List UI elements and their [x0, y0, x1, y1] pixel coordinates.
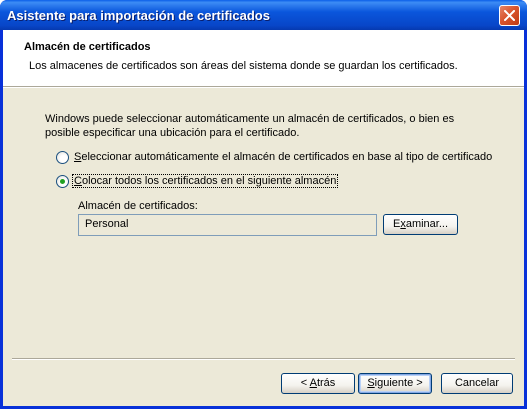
store-field: Personal: [78, 214, 377, 236]
description-text: Windows puede seleccionar automáticament…: [45, 113, 455, 139]
wizard-client-area: Almacén de certificados Los almacenes de…: [3, 30, 524, 406]
radio-place-all[interactable]: Colocar todos los certificados en el sig…: [56, 173, 339, 189]
close-icon: [504, 10, 515, 21]
radio-place-all-hotkey: C: [74, 175, 82, 187]
radio-auto-select-label[interactable]: Seleccionar automáticamente el almacén d…: [73, 151, 493, 163]
browse-button[interactable]: Examinar...: [383, 214, 458, 235]
radio-place-all-circle[interactable]: [56, 174, 69, 188]
browse-button-text-post: aminar...: [405, 218, 449, 230]
back-button-text-pre: <: [300, 377, 310, 389]
page-title: Almacén de certificados: [24, 41, 151, 53]
radio-auto-select-text: eleccionar automáticamente el almacén de…: [81, 151, 493, 163]
store-field-label: Almacén de certificados:: [78, 200, 198, 212]
radio-auto-select[interactable]: Seleccionar automáticamente el almacén d…: [56, 149, 493, 165]
close-button[interactable]: [499, 5, 520, 26]
wizard-header: Almacén de certificados Los almacenes de…: [3, 30, 524, 86]
back-button[interactable]: < Atrás: [281, 373, 355, 394]
header-divider: [3, 86, 524, 88]
page-subtitle: Los almacenes de certificados son áreas …: [29, 60, 458, 72]
radio-selected-dot: [60, 178, 65, 184]
title-bar[interactable]: Asistente para importación de certificad…: [0, 0, 527, 30]
window-title: Asistente para importación de certificad…: [7, 8, 270, 23]
footer-divider: [12, 358, 515, 360]
next-button-hotkey: S: [367, 377, 375, 389]
next-button[interactable]: Siguiente >: [358, 373, 432, 394]
back-button-text-post: trás: [316, 377, 336, 389]
next-button-text-post: iguiente >: [374, 377, 423, 389]
wizard-window: Asistente para importación de certificad…: [0, 0, 527, 409]
radio-place-all-text: olocar todos los certificados en el sigu…: [81, 175, 337, 187]
cancel-button[interactable]: Cancelar: [441, 373, 513, 394]
back-button-hotkey: A: [309, 377, 317, 389]
radio-place-all-label[interactable]: Colocar todos los certificados en el sig…: [71, 174, 339, 188]
radio-auto-select-circle[interactable]: [56, 150, 69, 164]
